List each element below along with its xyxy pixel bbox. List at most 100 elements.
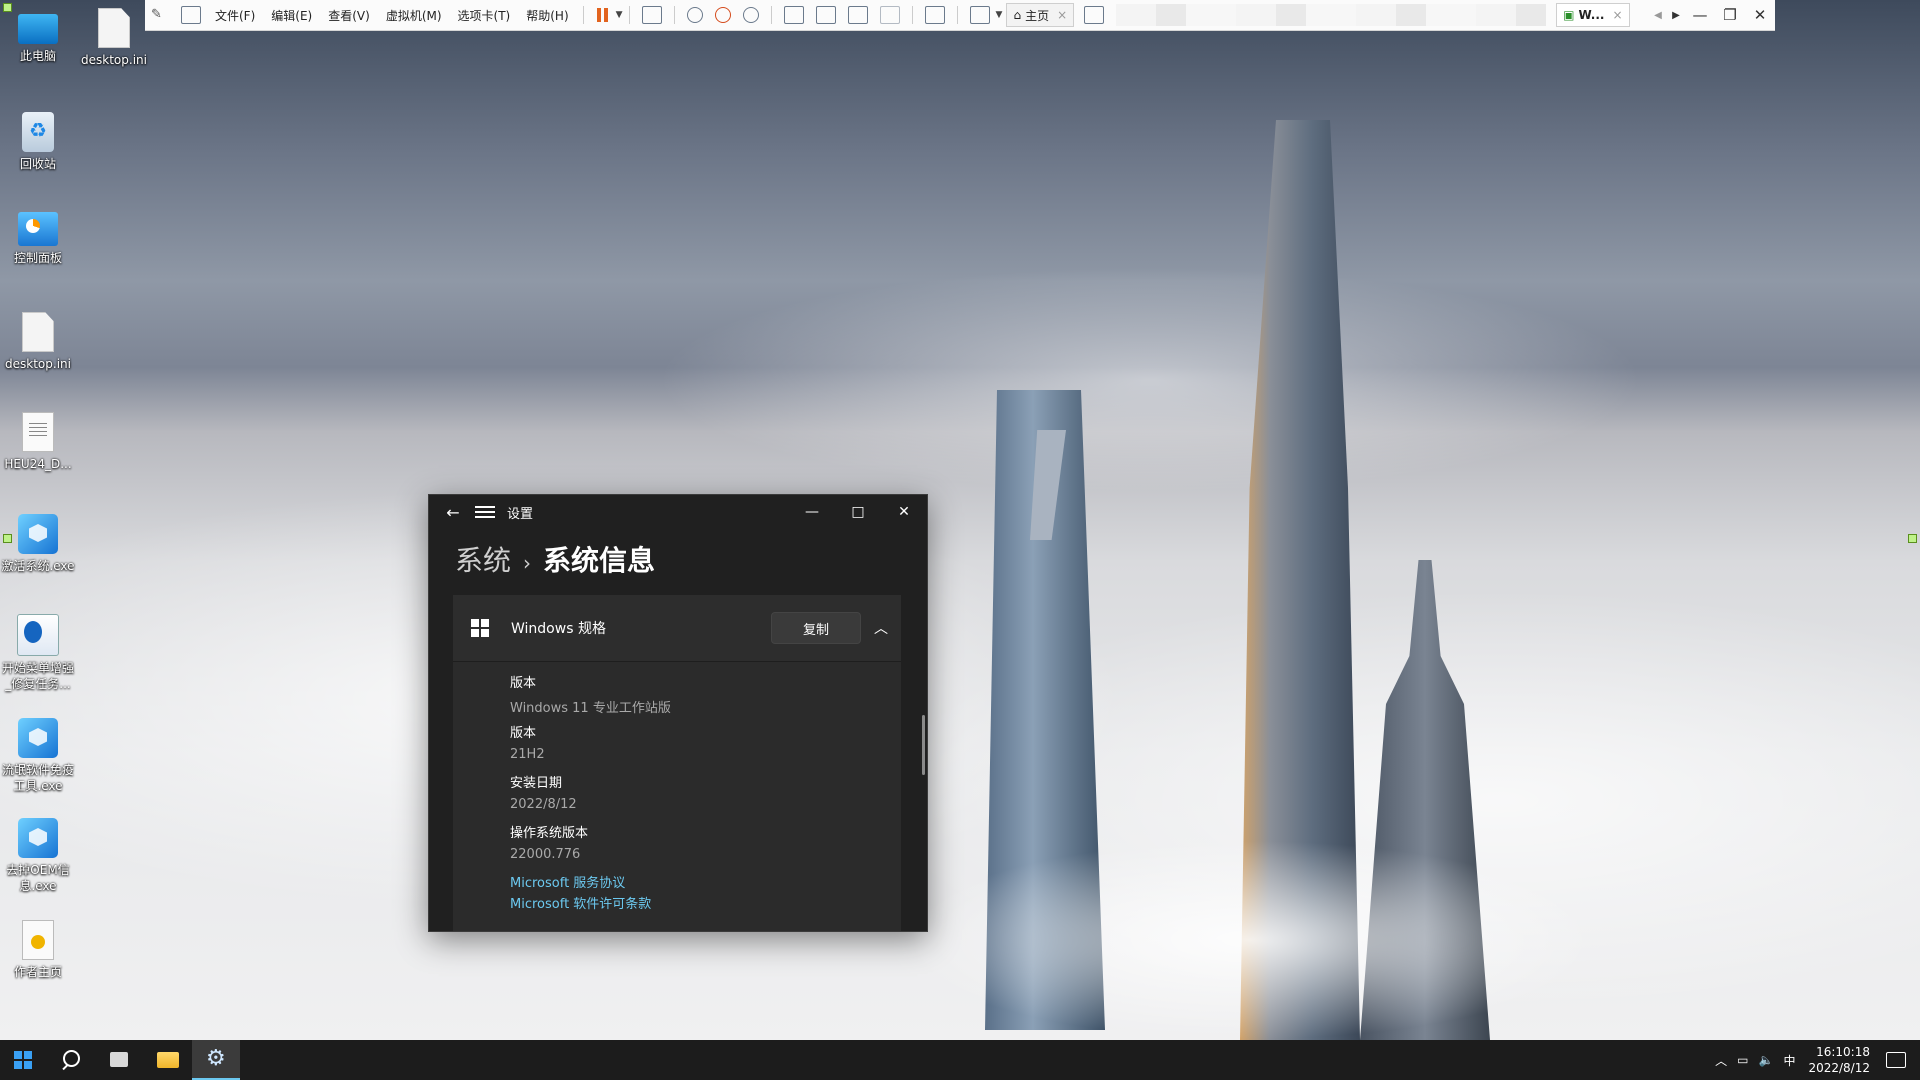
spec-key: 操作系统版本 xyxy=(510,826,589,841)
scroll-right-icon[interactable]: ▶ xyxy=(1667,10,1685,21)
page-title: 系统信息 xyxy=(543,544,656,577)
scroll-left-icon[interactable]: ◀ xyxy=(1649,10,1667,21)
network-icon[interactable]: ▭ xyxy=(1737,1053,1748,1067)
desktop-icon-desktop-ini[interactable]: desktop.ini xyxy=(76,8,152,68)
spec-value: 21H2 xyxy=(510,747,545,762)
thumbnail-view-icon[interactable] xyxy=(815,6,836,24)
menu-vm[interactable]: 虚拟机(M) xyxy=(386,7,442,24)
close-icon[interactable]: × xyxy=(1057,8,1067,22)
cube-app-icon xyxy=(18,818,58,858)
chevron-down-icon[interactable]: ▼ xyxy=(616,10,623,20)
breadcrumb-system[interactable]: 系统 xyxy=(455,539,511,579)
vm-library-icon[interactable] xyxy=(181,6,201,24)
desktop-icon-label: 流氓软件免疫工具.exe xyxy=(1,763,74,793)
windows-spec-header[interactable]: Windows 规格 复制 ︿ xyxy=(453,595,901,662)
chevron-down-icon[interactable]: ▼ xyxy=(996,10,1003,20)
resize-handle[interactable] xyxy=(3,3,12,12)
resize-handle[interactable] xyxy=(1908,534,1917,543)
desktop-icon-remove-oem[interactable]: 去掉OEM信息.exe xyxy=(0,818,76,894)
fullscreen-icon[interactable] xyxy=(847,6,868,24)
sidebar-view-icon[interactable] xyxy=(783,6,804,24)
scrollbar[interactable] xyxy=(922,715,925,775)
send-keys-icon[interactable] xyxy=(641,6,662,24)
hamburger-menu-icon[interactable] xyxy=(475,506,495,518)
pause-icon[interactable] xyxy=(596,7,610,23)
snapshot-manager-icon[interactable] xyxy=(742,7,759,23)
spec-item: 版本 21H2 xyxy=(510,722,901,766)
spec-list: 版本 Windows 11 专业工作站版 版本 21H2 安装日期 2022/8… xyxy=(453,662,901,914)
settings-window: ← 设置 — □ ✕ 系统 › 系统信息 Windows 规格 复制 ︿ 版本 … xyxy=(428,494,928,932)
ime-indicator[interactable]: 中 xyxy=(1783,1052,1795,1069)
settings-app-icon[interactable] xyxy=(192,1040,240,1080)
desktop-icon-control-panel[interactable]: 控制面板 xyxy=(0,212,76,266)
menu-view[interactable]: 查看(V) xyxy=(328,7,370,24)
menu-help[interactable]: 帮助(H) xyxy=(526,7,568,24)
volume-icon[interactable]: 🔈 xyxy=(1759,1053,1774,1067)
desktop-icon-label: 开始菜单增强_修复任务... xyxy=(1,661,74,691)
text-file-icon xyxy=(22,412,54,452)
maximize-icon[interactable]: □ xyxy=(835,504,881,520)
desktop-icon-desktop-ini-2[interactable]: desktop.ini xyxy=(0,312,76,372)
settings-titlebar: ← 设置 — □ ✕ xyxy=(429,495,927,529)
snapshot-icon[interactable] xyxy=(686,7,703,23)
tab-home-label: 主页 xyxy=(1025,8,1050,23)
close-icon[interactable]: ✕ xyxy=(881,504,927,520)
search-icon[interactable] xyxy=(48,1040,96,1080)
breadcrumb: 系统 › 系统信息 xyxy=(429,529,927,585)
stretch-icon[interactable] xyxy=(969,6,990,24)
desktop-icon-label: desktop.ini xyxy=(81,53,147,67)
desktop-icon-label: 去掉OEM信息.exe xyxy=(6,863,70,893)
toolbar-divider xyxy=(911,6,913,24)
home-icon: ⌂ xyxy=(1013,8,1022,22)
desktop-icon-activate[interactable]: 激活系统.exe xyxy=(0,514,76,574)
vm-icon: ▣ xyxy=(1563,8,1575,22)
service-agreement-link[interactable]: Microsoft 服务协议 xyxy=(510,872,901,893)
chevron-right-icon: › xyxy=(523,551,532,575)
windows-spec-card: Windows 规格 复制 ︿ 版本 Windows 11 专业工作站版 版本 … xyxy=(453,595,901,931)
chevron-up-icon[interactable]: ︿ xyxy=(861,618,901,638)
menu-tabs[interactable]: 选项卡(T) xyxy=(458,7,511,24)
copy-button[interactable]: 复制 xyxy=(771,612,861,644)
license-terms-link[interactable]: Microsoft 软件许可条款 xyxy=(510,893,901,914)
pin-icon[interactable]: ✎ xyxy=(151,7,169,23)
restore-icon[interactable]: ❐ xyxy=(1715,6,1745,24)
file-icon xyxy=(98,8,130,48)
spec-item: 版本 Windows 11 专业工作站版 xyxy=(510,672,901,716)
notification-icon[interactable] xyxy=(1886,1052,1906,1068)
start-button[interactable] xyxy=(0,1040,48,1080)
tab-vm-label: W... xyxy=(1578,8,1605,22)
menu-file[interactable]: 文件(F) xyxy=(215,7,255,24)
resize-handle[interactable] xyxy=(3,534,12,543)
spec-value: 22000.776 xyxy=(510,847,581,862)
desktop-icon-label: 控制面板 xyxy=(13,251,62,265)
close-icon[interactable]: × xyxy=(1612,8,1622,22)
back-arrow-icon[interactable]: ← xyxy=(433,503,473,522)
unity-icon[interactable] xyxy=(879,6,900,24)
desktop-icon-rogue-immune[interactable]: 流氓软件免疫工具.exe xyxy=(0,718,76,794)
tab-vm[interactable]: ▣ W... × xyxy=(1556,3,1630,27)
menu-edit[interactable]: 编辑(E) xyxy=(271,7,312,24)
chevron-up-icon[interactable]: ︿ xyxy=(1715,1052,1727,1069)
file-explorer-icon[interactable] xyxy=(144,1040,192,1080)
window-controls: — □ ✕ xyxy=(789,504,927,520)
toolbar-divider xyxy=(673,6,675,24)
desktop-icon-start-menu-fix[interactable]: 开始菜单增强_修复任务... xyxy=(0,614,76,692)
spec-key: 安装日期 xyxy=(510,776,563,791)
file-icon xyxy=(22,312,54,352)
task-view-icon[interactable] xyxy=(96,1040,144,1080)
desktop-icon-this-pc[interactable]: 此电脑 xyxy=(0,8,76,64)
clock[interactable]: 16:10:18 2022/8/12 xyxy=(1808,1044,1870,1076)
tab-vm-icon[interactable] xyxy=(1084,6,1105,24)
revert-snapshot-icon[interactable] xyxy=(714,7,731,23)
desktop-icon-label: desktop.ini xyxy=(5,357,71,371)
desktop-icon-heu[interactable]: HEU24_D... xyxy=(0,412,76,472)
tab-home[interactable]: ⌂ 主页 × xyxy=(1006,3,1075,27)
minimize-icon[interactable]: — xyxy=(789,504,835,520)
desktop-icon-recycle-bin[interactable]: 回收站 xyxy=(0,112,76,172)
console-icon[interactable] xyxy=(924,6,945,24)
close-icon[interactable]: ✕ xyxy=(1745,6,1775,24)
minimize-icon[interactable]: — xyxy=(1685,6,1715,24)
desktop-icon-label: HEU24_D... xyxy=(4,457,72,471)
desktop-icon-label: 作者主页 xyxy=(13,965,62,979)
desktop-icon-author-home[interactable]: 作者主页 xyxy=(0,920,76,980)
